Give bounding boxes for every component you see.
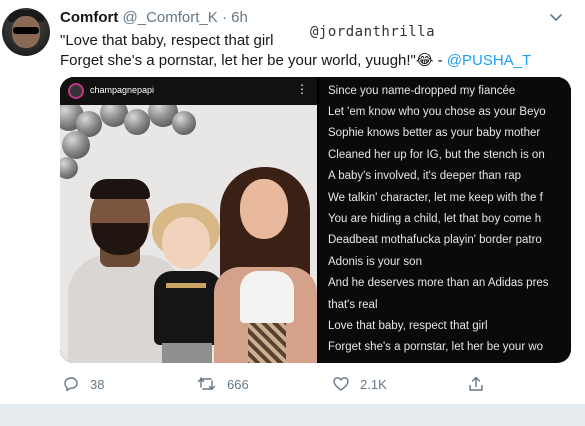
more-options-icon: ⋮ — [296, 82, 308, 96]
tweet-header: Comfort @_Comfort_K · 6h — [60, 9, 248, 27]
lyric-line: Adonis is your son — [328, 256, 422, 268]
lyric-line: that's real — [328, 299, 378, 311]
like-count: 2.1K — [360, 376, 387, 392]
instagram-avatar — [68, 83, 84, 99]
media-container[interactable]: champagnepapi ⋮ Since you name-dropped m… — [60, 77, 571, 363]
separator: · — [221, 9, 227, 26]
tweet-text: "Love that baby, respect that girl Forge… — [60, 31, 575, 71]
timestamp[interactable]: 6h — [231, 9, 248, 26]
photo-scene — [60, 105, 317, 363]
share-icon — [469, 376, 483, 391]
tweet-text-line-2: Forget she's a pornstar, let her be your… — [60, 52, 416, 69]
avatar[interactable] — [2, 8, 50, 56]
laughing-emoji: 😂 — [415, 52, 434, 69]
lyric-line: We talkin' character, let me keep with t… — [328, 192, 543, 204]
lyric-line: Cleaned her up for IG, but the stench is… — [328, 149, 545, 161]
retweet-count: 666 — [227, 376, 249, 392]
handle[interactable]: @_Comfort_K — [123, 9, 218, 26]
display-name[interactable]: Comfort — [60, 9, 118, 26]
tweet-actions: 38 666 2.1K — [60, 373, 575, 395]
instagram-header: champagnepapi ⋮ — [60, 77, 317, 105]
balloon — [172, 111, 196, 135]
mention-link[interactable]: @PUSHA_T — [447, 52, 531, 69]
timeline-divider — [0, 404, 585, 426]
like-button[interactable]: 2.1K — [332, 373, 387, 395]
lyric-line: Sophie knows better as your baby mother — [328, 127, 541, 139]
balloon — [62, 131, 90, 159]
lyric-line: You are hiding a child, let that boy com… — [328, 213, 542, 225]
retweet-button[interactable]: 666 — [197, 373, 249, 395]
reply-button[interactable]: 38 — [62, 373, 104, 395]
retweet-icon — [197, 377, 216, 390]
instagram-username: champagnepapi — [90, 85, 155, 95]
chevron-down-icon[interactable] — [547, 8, 565, 26]
like-icon — [333, 377, 349, 391]
lyric-line: Since you name-dropped my fiancée — [328, 85, 516, 97]
instagram-photo[interactable]: champagnepapi ⋮ — [60, 77, 317, 363]
woman-figure — [212, 163, 317, 363]
lyric-line: Deadbeat mothafucka playin' border patro — [328, 234, 542, 246]
tweet-text-line-1: "Love that baby, respect that girl — [60, 32, 274, 49]
lyric-line: Forget she's a pornstar, let her be your… — [328, 341, 544, 353]
share-button[interactable] — [467, 373, 495, 395]
balloon — [124, 109, 150, 135]
text-separator: - — [433, 52, 447, 69]
avatar-glasses — [13, 27, 39, 34]
lyric-line: And he deserves more than an Adidas pres — [328, 277, 549, 289]
lyric-line: A baby's involved, it's deeper than rap — [328, 170, 521, 182]
tweet-card[interactable]: Comfort @_Comfort_K · 6h @jordanthrilla … — [0, 0, 585, 404]
lyrics-screenshot[interactable]: Since you name-dropped my fiancée Let 'e… — [319, 77, 571, 363]
lyric-line: Love that baby, respect that girl — [328, 320, 488, 332]
reply-icon — [64, 377, 78, 392]
lyric-line: Let 'em know who you chose as your Beyo — [328, 106, 546, 118]
reply-count: 38 — [90, 376, 105, 392]
